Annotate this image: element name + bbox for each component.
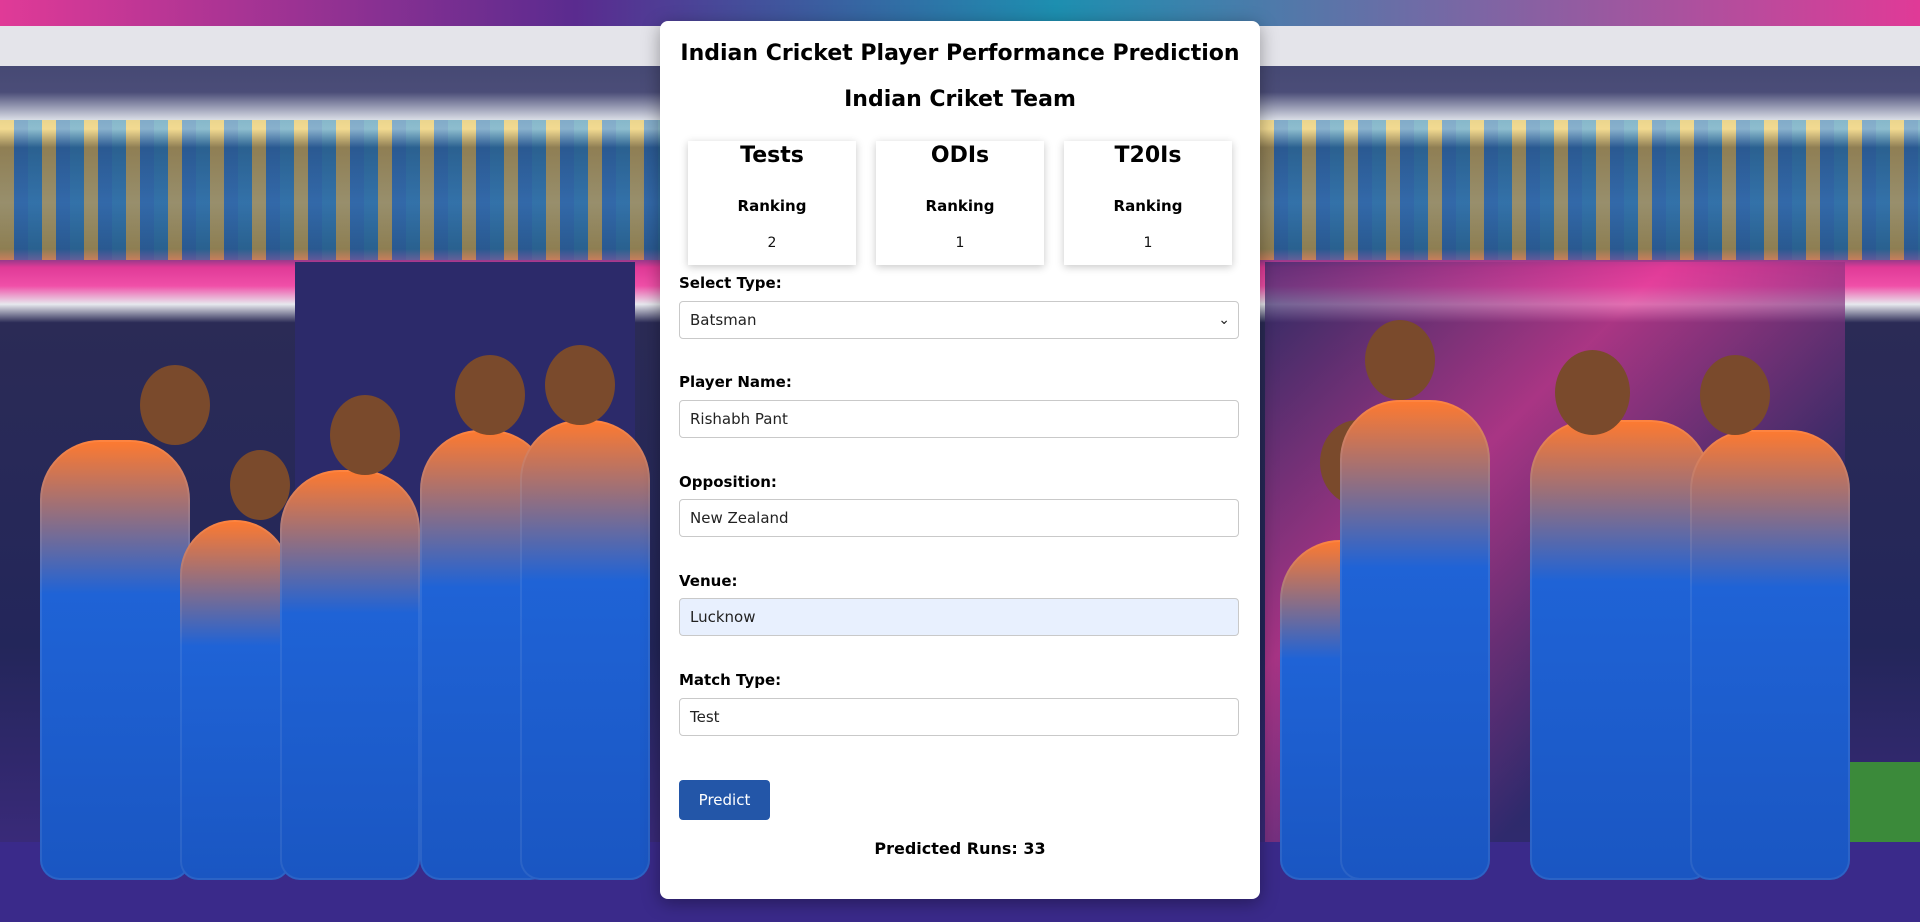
predicted-runs-text: Predicted Runs: 33 bbox=[874, 839, 1046, 858]
ranking-value: 1 bbox=[1143, 235, 1153, 251]
ranking-format: Tests bbox=[740, 143, 804, 168]
opposition-label: Opposition: bbox=[679, 473, 777, 491]
player-head bbox=[1555, 350, 1630, 435]
venue-input[interactable]: Lucknow bbox=[679, 598, 1239, 636]
team-title: Indian Criket Team bbox=[844, 87, 1076, 112]
opposition-input[interactable]: New Zealand bbox=[679, 499, 1239, 537]
player-figure bbox=[280, 470, 420, 880]
ranking-card-tests: Tests Ranking 2 bbox=[688, 141, 856, 265]
player-name-input[interactable]: Rishabh Pant bbox=[679, 400, 1239, 438]
player-figure bbox=[1690, 430, 1850, 880]
prediction-card: Indian Cricket Player Performance Predic… bbox=[660, 21, 1260, 899]
player-head bbox=[545, 345, 615, 425]
ranking-format: ODIs bbox=[930, 143, 990, 168]
player-head bbox=[140, 365, 210, 445]
page-title: Indian Cricket Player Performance Predic… bbox=[680, 41, 1240, 66]
predict-button[interactable]: Predict bbox=[679, 780, 770, 820]
ranking-value: 1 bbox=[955, 235, 965, 251]
player-head bbox=[1365, 320, 1435, 400]
player-head bbox=[455, 355, 525, 435]
player-figure bbox=[1340, 400, 1490, 880]
match-type-label: Match Type: bbox=[679, 671, 782, 689]
ranking-value: 2 bbox=[767, 235, 777, 251]
chevron-down-icon: ⌄ bbox=[1218, 312, 1230, 328]
player-head bbox=[330, 395, 400, 475]
ranking-card-t20is: T20Is Ranking 1 bbox=[1064, 141, 1232, 265]
ranking-format: T20Is bbox=[1114, 143, 1182, 168]
player-head bbox=[1700, 355, 1770, 435]
player-name-label: Player Name: bbox=[679, 373, 792, 391]
ranking-label: Ranking bbox=[1113, 197, 1183, 215]
type-select-value: Batsman bbox=[690, 311, 757, 329]
type-select[interactable]: Batsman ⌄ bbox=[679, 301, 1239, 339]
player-head bbox=[230, 450, 290, 520]
type-label: Select Type: bbox=[679, 274, 782, 292]
player-figure bbox=[40, 440, 190, 880]
player-figure bbox=[520, 420, 650, 880]
rankings-row: Tests Ranking 2 ODIs Ranking 1 T20Is Ran… bbox=[688, 141, 1232, 265]
match-type-input[interactable]: Test bbox=[679, 698, 1239, 736]
ranking-label: Ranking bbox=[925, 197, 995, 215]
player-figure bbox=[180, 520, 290, 880]
ranking-card-odis: ODIs Ranking 1 bbox=[876, 141, 1044, 265]
player-figure bbox=[1530, 420, 1710, 880]
ranking-label: Ranking bbox=[737, 197, 807, 215]
venue-label: Venue: bbox=[679, 572, 738, 590]
